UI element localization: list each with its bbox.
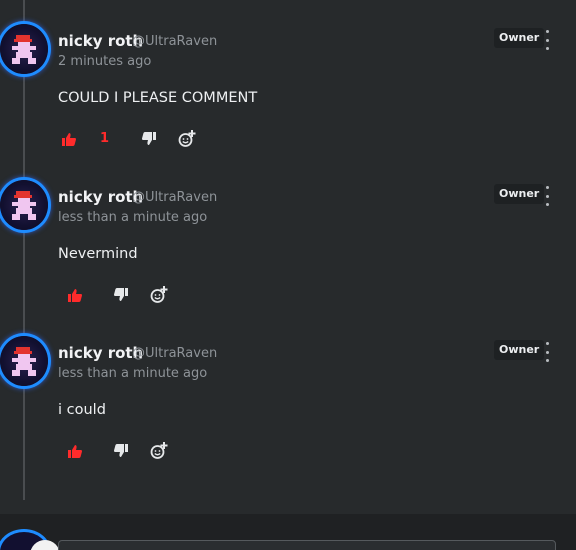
comment-handle: @UltraRaven bbox=[132, 346, 218, 361]
reply-composer bbox=[0, 514, 576, 550]
dislike-button[interactable] bbox=[142, 130, 156, 148]
comment-author[interactable]: nicky roth bbox=[58, 32, 143, 50]
comment-text: Nevermind bbox=[58, 246, 138, 262]
thumbs-up-icon bbox=[68, 289, 82, 302]
comment-handle: @UltraRaven bbox=[132, 190, 218, 205]
like-button[interactable] bbox=[62, 130, 76, 148]
comment-thread: nicky roth @UltraRaven 2 minutes ago Own… bbox=[0, 0, 576, 550]
comment-author[interactable]: nicky roth bbox=[58, 344, 143, 362]
comment-timestamp: 2 minutes ago bbox=[58, 54, 152, 69]
comment-item: nicky roth @UltraRaven less than a minut… bbox=[0, 336, 576, 476]
comment-item: nicky roth @UltraRaven 2 minutes ago Own… bbox=[0, 24, 576, 164]
owner-badge: Owner bbox=[494, 340, 545, 360]
more-vertical-icon[interactable] bbox=[541, 342, 553, 362]
like-button[interactable] bbox=[68, 286, 82, 304]
comment-text: COULD I PLEASE COMMENT bbox=[58, 90, 258, 106]
comment-timestamp: less than a minute ago bbox=[58, 366, 208, 381]
avatar-graphic bbox=[12, 191, 36, 220]
thumbs-up-icon bbox=[62, 133, 76, 146]
reply-input[interactable] bbox=[58, 540, 556, 550]
avatar[interactable] bbox=[0, 336, 48, 386]
owner-badge: Owner bbox=[494, 28, 545, 48]
like-button[interactable] bbox=[68, 442, 82, 460]
more-vertical-icon[interactable] bbox=[541, 30, 553, 50]
add-reaction-icon bbox=[150, 286, 168, 303]
more-vertical-icon[interactable] bbox=[541, 186, 553, 206]
thumbs-down-icon bbox=[114, 288, 128, 301]
thumbs-down-icon bbox=[114, 444, 128, 457]
add-reaction-icon bbox=[150, 442, 168, 459]
avatar[interactable] bbox=[0, 24, 48, 74]
thumbs-up-icon bbox=[68, 445, 82, 458]
comment-timestamp: less than a minute ago bbox=[58, 210, 208, 225]
comment-text: i could bbox=[58, 402, 106, 418]
add-reaction-icon bbox=[178, 130, 196, 147]
add-reaction-button[interactable] bbox=[178, 130, 196, 148]
thumbs-down-icon bbox=[142, 132, 156, 145]
comment-author[interactable]: nicky roth bbox=[58, 188, 143, 206]
dislike-button[interactable] bbox=[114, 442, 128, 460]
avatar[interactable] bbox=[0, 180, 48, 230]
comment-item: nicky roth @UltraRaven less than a minut… bbox=[0, 180, 576, 320]
dislike-button[interactable] bbox=[114, 286, 128, 304]
like-count: 1 bbox=[100, 131, 110, 146]
avatar-graphic bbox=[12, 35, 36, 64]
avatar-graphic bbox=[12, 347, 36, 376]
comment-handle: @UltraRaven bbox=[132, 34, 218, 49]
add-reaction-button[interactable] bbox=[150, 286, 168, 304]
add-reaction-button[interactable] bbox=[150, 442, 168, 460]
owner-badge: Owner bbox=[494, 184, 545, 204]
